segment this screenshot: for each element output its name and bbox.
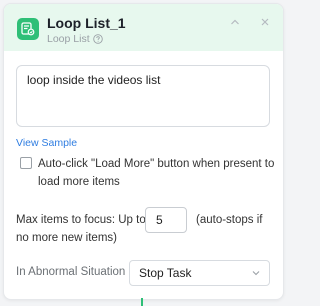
- panel-subtitle-text: Loop List: [47, 33, 90, 45]
- auto-click-checkbox[interactable]: [20, 157, 32, 169]
- abnormal-situation-label: In Abnormal Situation: [16, 266, 126, 278]
- help-icon[interactable]: [92, 34, 103, 44]
- view-sample-link[interactable]: View Sample: [16, 137, 77, 149]
- description-text: loop inside the videos list: [27, 73, 161, 87]
- loop-list-panel: Loop List_1 Loop List loop inside the vi…: [3, 3, 284, 300]
- loop-list-icon: [17, 18, 39, 40]
- auto-stop-note-line1: (auto-stops if: [196, 214, 263, 226]
- abnormal-situation-select[interactable]: Stop Task: [129, 260, 270, 286]
- auto-click-label: Auto-click "Load More" button when prese…: [38, 158, 275, 188]
- max-items-input[interactable]: 5: [145, 207, 187, 233]
- abnormal-situation-value: Stop Task: [139, 266, 192, 280]
- panel-header: Loop List_1 Loop List: [4, 4, 283, 51]
- description-textarea[interactable]: loop inside the videos list: [16, 65, 270, 127]
- max-items-value: 5: [156, 213, 163, 227]
- close-icon[interactable]: [259, 16, 271, 28]
- auto-stop-note-line2: no more new items): [16, 232, 117, 244]
- panel-title: Loop List_1: [47, 15, 126, 31]
- flow-connector: [141, 298, 143, 306]
- max-items-label: Max items to focus: Up to: [16, 214, 146, 226]
- chevron-down-icon: [252, 271, 260, 276]
- panel-subtitle: Loop List: [47, 33, 103, 45]
- chevron-up-icon[interactable]: [229, 16, 241, 28]
